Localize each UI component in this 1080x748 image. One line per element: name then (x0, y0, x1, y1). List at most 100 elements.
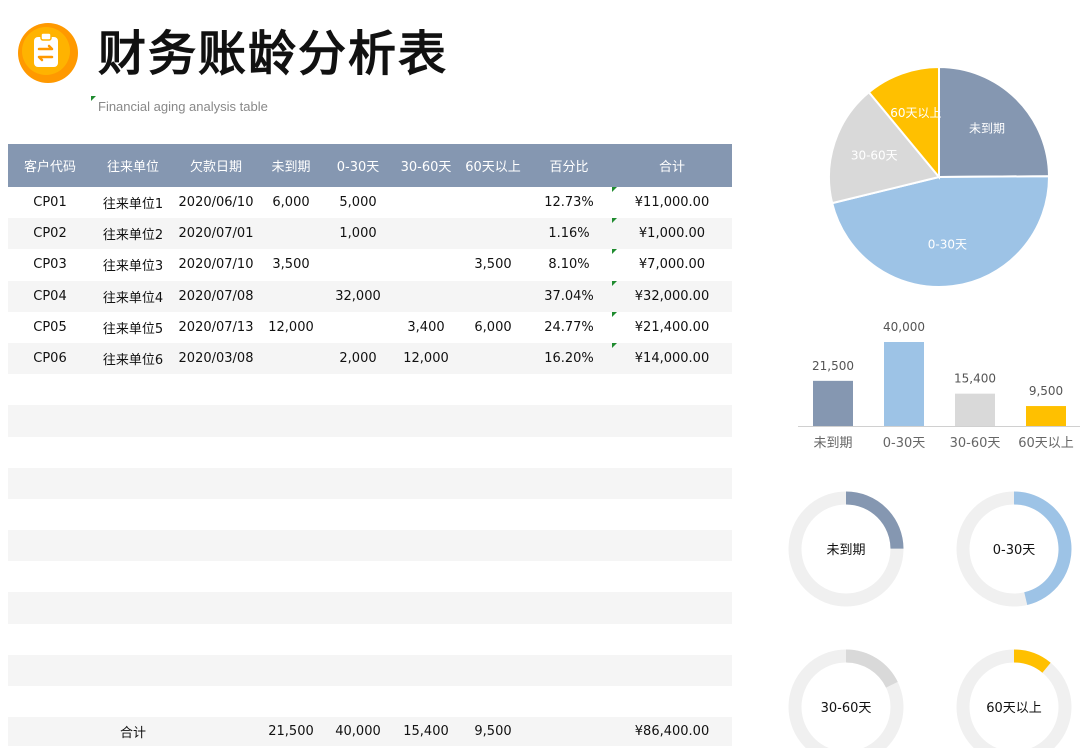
table-cell[interactable] (174, 530, 258, 562)
table-cell[interactable] (324, 249, 392, 280)
table-cell[interactable] (460, 530, 526, 562)
table-cell[interactable] (174, 374, 258, 405)
table-cell[interactable]: 6,000 (258, 187, 324, 218)
table-cell[interactable] (526, 467, 612, 499)
table-cell[interactable] (324, 437, 392, 468)
table-cell[interactable] (392, 280, 460, 312)
table-cell[interactable] (526, 530, 612, 562)
table-cell[interactable] (526, 592, 612, 624)
table-cell[interactable] (526, 374, 612, 405)
table-cell[interactable]: CP01 (8, 187, 92, 218)
table-cell[interactable] (392, 467, 460, 499)
table-cell[interactable] (174, 499, 258, 530)
table-cell[interactable] (92, 437, 174, 468)
table-cell[interactable]: 往来单位3 (92, 249, 174, 280)
table-cell[interactable] (612, 530, 732, 562)
table-cell[interactable]: 6,000 (460, 312, 526, 343)
table-cell[interactable] (258, 374, 324, 405)
table-cell[interactable]: 2020/07/10 (174, 249, 258, 280)
table-cell[interactable] (460, 437, 526, 468)
table-cell[interactable] (92, 654, 174, 686)
table-cell[interactable] (8, 374, 92, 405)
table-cell[interactable]: 2020/06/10 (174, 187, 258, 218)
table-cell[interactable] (174, 654, 258, 686)
table-cell[interactable] (392, 686, 460, 717)
table-cell[interactable] (460, 624, 526, 655)
table-cell[interactable] (92, 530, 174, 562)
table-cell[interactable]: CP06 (8, 342, 92, 375)
table-cell[interactable] (8, 467, 92, 499)
table-cell[interactable] (174, 467, 258, 499)
table-cell[interactable] (526, 686, 612, 717)
table-cell[interactable] (392, 437, 460, 468)
table-cell[interactable]: 1.16% (526, 218, 612, 250)
table-cell[interactable]: 往来单位2 (92, 218, 174, 250)
table-cell[interactable]: 往来单位6 (92, 342, 174, 375)
table-cell[interactable]: 往来单位5 (92, 312, 174, 343)
total-cell[interactable] (174, 717, 258, 747)
table-cell[interactable] (92, 592, 174, 624)
table-cell[interactable] (8, 530, 92, 562)
total-cell[interactable]: ¥86,400.00 (612, 717, 732, 747)
table-cell[interactable]: ¥32,000.00 (612, 280, 732, 312)
table-cell[interactable] (612, 405, 732, 437)
table-cell[interactable] (324, 686, 392, 717)
table-cell[interactable]: 3,400 (392, 312, 460, 343)
table-cell[interactable] (612, 374, 732, 405)
table-cell[interactable] (258, 624, 324, 655)
table-cell[interactable]: CP05 (8, 312, 92, 343)
table-cell[interactable] (174, 686, 258, 717)
table-cell[interactable] (324, 467, 392, 499)
table-cell[interactable] (258, 405, 324, 437)
table-cell[interactable] (8, 654, 92, 686)
table-cell[interactable] (612, 467, 732, 499)
table-cell[interactable] (258, 437, 324, 468)
table-cell[interactable] (92, 467, 174, 499)
table-cell[interactable] (258, 342, 324, 375)
table-cell[interactable] (324, 624, 392, 655)
table-cell[interactable] (92, 624, 174, 655)
table-cell[interactable] (392, 249, 460, 280)
table-cell[interactable] (460, 280, 526, 312)
table-cell[interactable]: 12,000 (258, 312, 324, 343)
table-cell[interactable] (526, 405, 612, 437)
table-cell[interactable] (174, 405, 258, 437)
table-cell[interactable] (392, 530, 460, 562)
table-cell[interactable] (526, 624, 612, 655)
table-cell[interactable] (8, 592, 92, 624)
table-cell[interactable] (258, 530, 324, 562)
table-cell[interactable] (174, 437, 258, 468)
table-cell[interactable] (612, 437, 732, 468)
table-cell[interactable] (174, 624, 258, 655)
table-cell[interactable] (92, 405, 174, 437)
table-cell[interactable] (324, 499, 392, 530)
table-cell[interactable] (258, 686, 324, 717)
table-cell[interactable] (92, 686, 174, 717)
table-cell[interactable] (460, 499, 526, 530)
total-cell[interactable]: 21,500 (258, 717, 324, 747)
table-cell[interactable]: 1,000 (324, 218, 392, 250)
table-cell[interactable]: ¥21,400.00 (612, 311, 732, 343)
table-cell[interactable]: 往来单位4 (92, 280, 174, 312)
table-cell[interactable]: ¥11,000.00 (612, 187, 732, 218)
table-cell[interactable] (8, 499, 92, 530)
table-cell[interactable] (526, 499, 612, 530)
table-cell[interactable] (460, 561, 526, 592)
table-cell[interactable]: CP03 (8, 249, 92, 280)
table-cell[interactable] (392, 218, 460, 250)
table-cell[interactable] (392, 374, 460, 405)
table-cell[interactable] (460, 654, 526, 686)
table-cell[interactable] (324, 654, 392, 686)
total-cell[interactable]: 15,400 (392, 717, 460, 747)
table-cell[interactable] (460, 374, 526, 405)
table-cell[interactable] (460, 686, 526, 717)
table-cell[interactable] (8, 624, 92, 655)
table-cell[interactable]: 24.77% (526, 312, 612, 343)
table-cell[interactable]: 2020/03/08 (174, 342, 258, 375)
table-cell[interactable] (258, 561, 324, 592)
table-cell[interactable]: 5,000 (324, 187, 392, 218)
table-cell[interactable] (174, 561, 258, 592)
table-cell[interactable]: 2020/07/13 (174, 312, 258, 343)
total-cell[interactable]: 合计 (92, 717, 174, 747)
table-cell[interactable]: 3,500 (258, 249, 324, 280)
